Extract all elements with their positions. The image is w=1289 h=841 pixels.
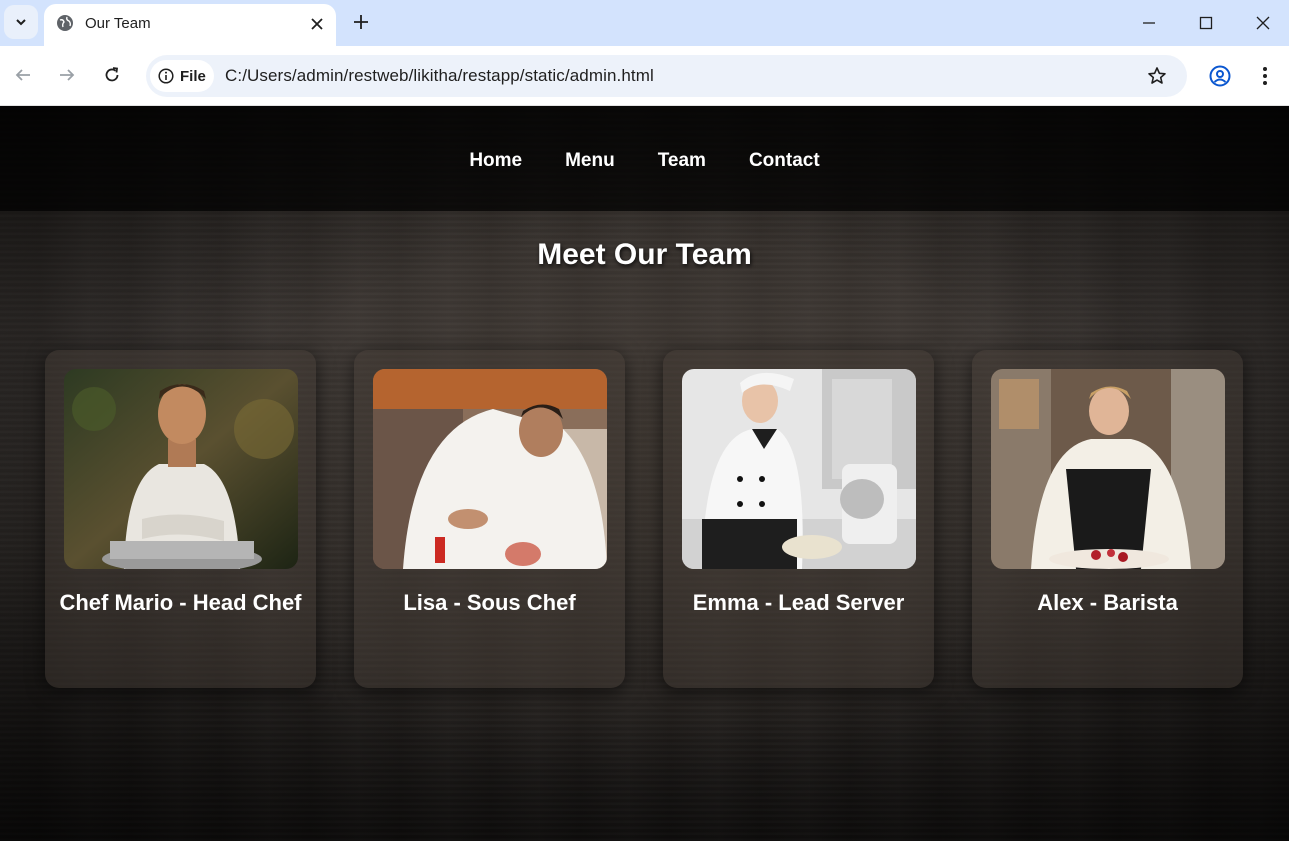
arrow-left-icon	[15, 69, 30, 81]
team-card: Alex - Barista	[972, 350, 1243, 688]
team-member-name: Lisa - Sous Chef	[403, 590, 576, 615]
reload-button[interactable]	[97, 60, 127, 90]
team-cards: Chef Mario - Head Chef Lisa - Sous Chef …	[45, 350, 1243, 688]
close-icon	[1256, 16, 1270, 30]
nav-link-home[interactable]: Home	[469, 150, 522, 172]
plus-icon	[354, 15, 368, 29]
maximize-icon	[1199, 16, 1213, 30]
team-member-name: Emma - Lead Server	[692, 590, 905, 615]
tab-search-button[interactable]	[4, 5, 38, 39]
more-vert-icon	[1263, 67, 1267, 85]
team-member-name: Alex - Barista	[1037, 590, 1178, 615]
arrow-right-icon	[60, 69, 75, 81]
forward-button[interactable]	[52, 60, 82, 90]
window-close-button[interactable]	[1248, 8, 1278, 38]
site-chip-label: File	[180, 67, 206, 85]
team-member-photo	[373, 369, 607, 569]
tab-title: Our Team	[85, 15, 151, 32]
team-member-name: Chef Mario - Head Chef	[59, 590, 302, 615]
chevron-down-icon	[16, 19, 26, 26]
nav-link-contact[interactable]: Contact	[749, 150, 820, 172]
browser-menu-button[interactable]	[1250, 60, 1280, 92]
tab-close-button[interactable]	[306, 13, 328, 35]
nav-link-menu[interactable]: Menu	[565, 150, 615, 172]
site-navigation: Home Menu Team Contact	[0, 106, 1289, 211]
team-card: Lisa - Sous Chef	[354, 350, 625, 688]
address-bar[interactable]: File C:/Users/admin/restweb/likitha/rest…	[146, 55, 1187, 97]
minimize-button[interactable]	[1134, 8, 1164, 38]
page-title: Meet Our Team	[537, 238, 752, 271]
chef-whisking-image	[682, 369, 916, 569]
profile-button[interactable]	[1204, 60, 1236, 92]
browser-toolbar: File C:/Users/admin/restweb/likitha/rest…	[0, 46, 1289, 106]
site-info-chip[interactable]: File	[150, 60, 214, 92]
page-viewport: Home Menu Team Contact Meet Our Team Che…	[0, 106, 1289, 841]
chef-portrait-image	[64, 369, 298, 569]
nav-link-team[interactable]: Team	[658, 150, 706, 172]
team-member-photo	[682, 369, 916, 569]
new-tab-button[interactable]	[348, 9, 374, 35]
maximize-button[interactable]	[1191, 8, 1221, 38]
account-icon	[1209, 65, 1231, 87]
close-icon	[311, 18, 323, 30]
bookmark-button[interactable]	[1142, 61, 1172, 91]
minimize-icon	[1143, 22, 1155, 24]
team-member-photo	[991, 369, 1225, 569]
team-card: Emma - Lead Server	[663, 350, 934, 688]
team-member-photo	[64, 369, 298, 569]
team-card: Chef Mario - Head Chef	[45, 350, 316, 688]
url-text[interactable]: C:/Users/admin/restweb/likitha/restapp/s…	[225, 66, 654, 86]
chef-plating-image	[991, 369, 1225, 569]
active-tab[interactable]: Our Team	[44, 4, 336, 46]
back-button[interactable]	[8, 60, 38, 90]
star-icon	[1148, 67, 1166, 84]
globe-icon	[57, 15, 73, 31]
info-icon	[158, 68, 174, 84]
browser-tabstrip: Our Team	[0, 0, 1289, 46]
chef-cooking-image	[373, 369, 607, 569]
reload-icon	[105, 67, 119, 82]
